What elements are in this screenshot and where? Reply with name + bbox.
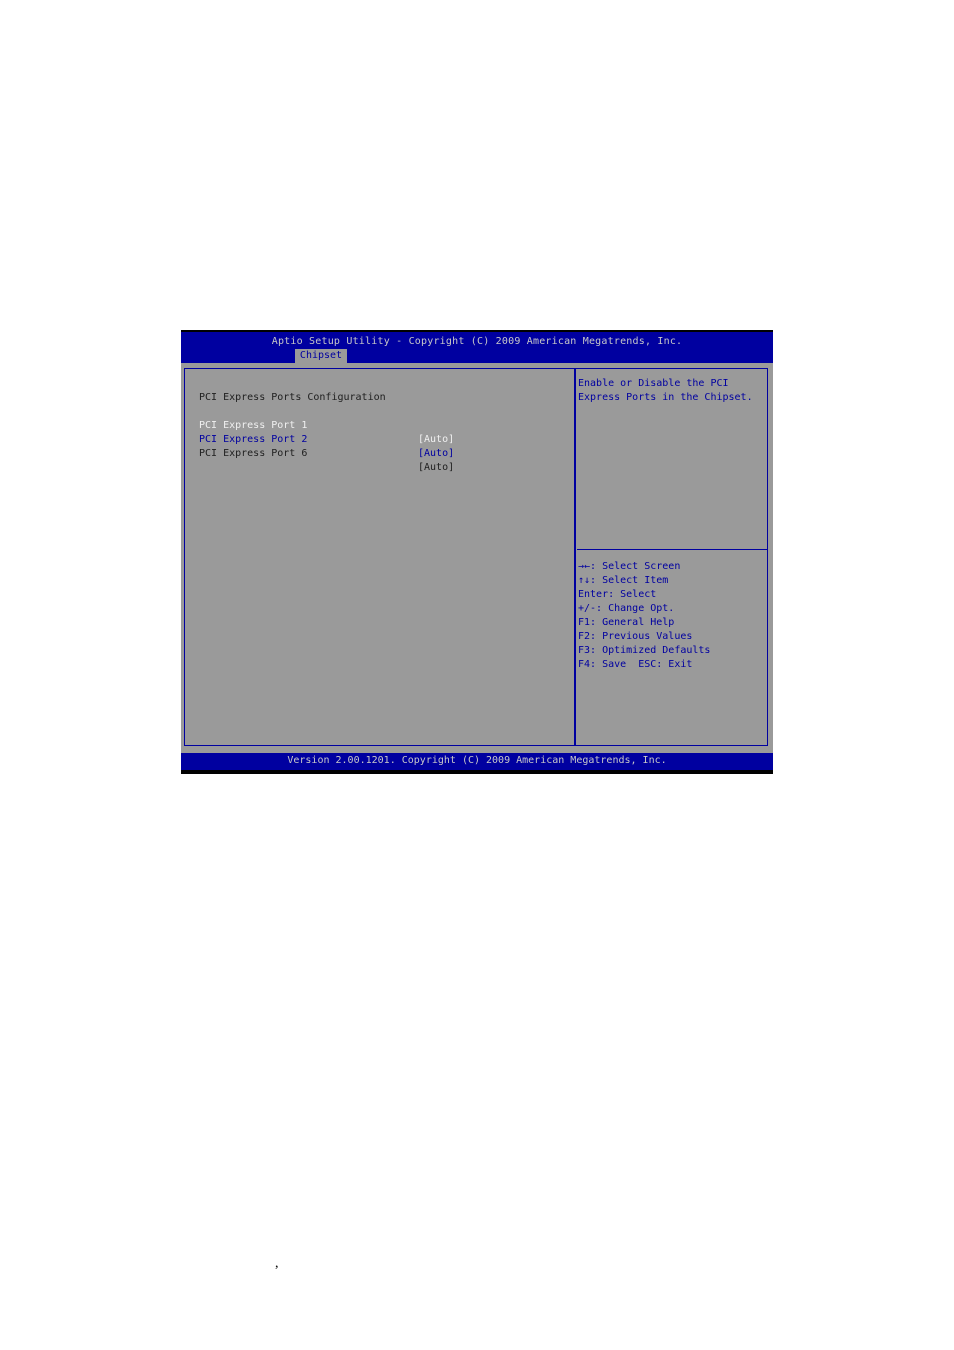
setting-pci-express-port-6[interactable]: PCI Express Port 6 [Auto] bbox=[199, 433, 569, 473]
utility-title: Aptio Setup Utility - Copyright (C) 2009… bbox=[271, 336, 683, 347]
key-hint-optimized-defaults: F3: Optimized Defaults bbox=[578, 645, 711, 656]
bios-setup-screen: Aptio Setup Utility - Copyright (C) 2009… bbox=[181, 330, 773, 774]
section-title: PCI Express Ports Configuration bbox=[199, 392, 386, 403]
stray-mark: , bbox=[275, 1256, 279, 1271]
setting-value[interactable]: [Auto] bbox=[418, 447, 454, 461]
help-pane: Enable or Disable the PCI Express Ports … bbox=[578, 377, 768, 405]
settings-pane: PCI Express Ports Configuration PCI Expr… bbox=[199, 377, 569, 473]
key-hint-enter: Enter: Select bbox=[578, 589, 657, 600]
main-body: PCI Express Ports Configuration PCI Expr… bbox=[181, 363, 773, 753]
key-hint-previous-values: F2: Previous Values bbox=[578, 631, 693, 642]
key-hint-save-exit: F4: Save ESC: Exit bbox=[578, 659, 693, 670]
setting-value[interactable]: [Auto] bbox=[418, 461, 454, 475]
key-hint-select-screen: →←: Select Screen bbox=[578, 561, 681, 572]
key-hint-select-item: ↑↓: Select Item bbox=[578, 575, 669, 586]
help-text: Express Ports in the Chipset. bbox=[578, 392, 753, 403]
help-divider bbox=[577, 549, 767, 550]
setting-pci-express-port-1[interactable]: PCI Express Port 1 [Auto] bbox=[199, 405, 569, 445]
setting-label: PCI Express Port 6 bbox=[199, 448, 308, 459]
help-text: Enable or Disable the PCI bbox=[578, 378, 729, 389]
setting-pci-express-port-2[interactable]: PCI Express Port 2 [Auto] bbox=[199, 419, 569, 459]
version-footer: Version 2.00.1201. Copyright (C) 2009 Am… bbox=[181, 753, 773, 770]
pane-divider bbox=[574, 368, 576, 746]
header-bar: Aptio Setup Utility - Copyright (C) 2009… bbox=[181, 332, 773, 363]
key-hint-general-help: F1: General Help bbox=[578, 617, 675, 628]
key-legend: →←: Select Screen ↑↓: Select Item Enter:… bbox=[578, 560, 710, 672]
tab-chipset[interactable]: Chipset bbox=[295, 349, 347, 363]
key-hint-change-opt: +/-: Change Opt. bbox=[578, 603, 675, 614]
